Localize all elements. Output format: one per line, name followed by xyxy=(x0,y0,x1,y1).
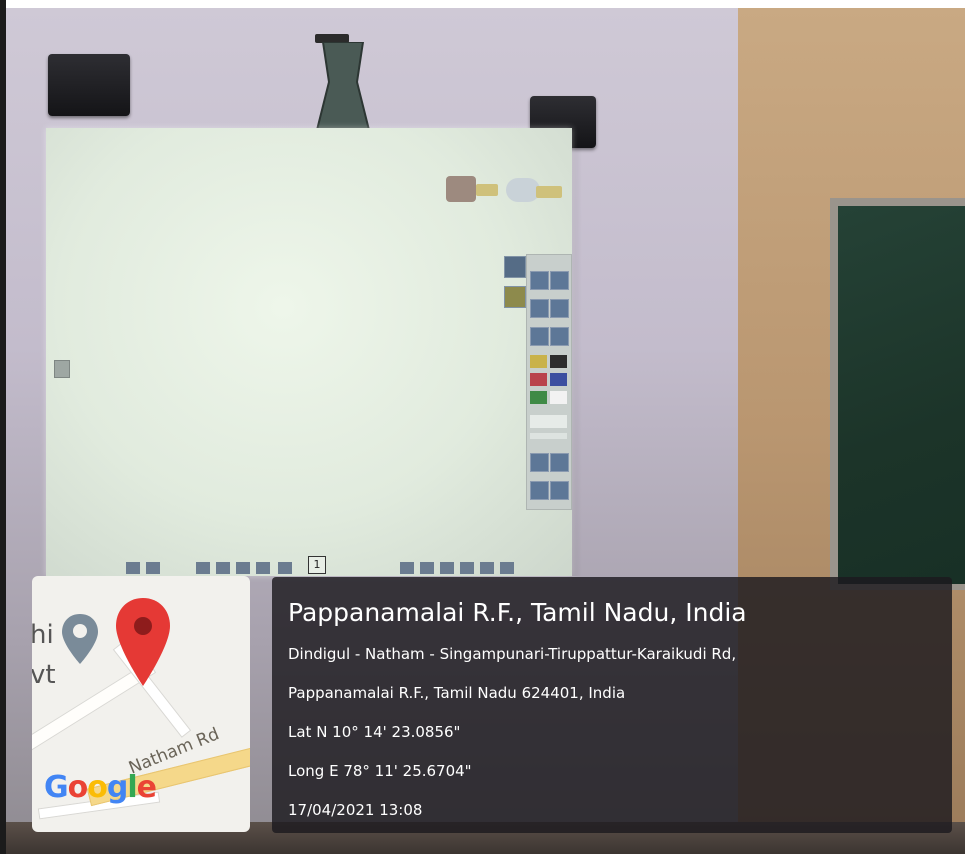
taskbar-icon xyxy=(500,562,514,574)
taskbar-icon xyxy=(256,562,270,574)
cloud-tag xyxy=(536,186,562,198)
photo-scene: 1 hi vt Natham Rd Google Pappanamalai R.… xyxy=(0,0,965,854)
pen-tool-icon xyxy=(530,271,549,290)
address-line-2: Pappanamalai R.F., Tamil Nadu 624401, In… xyxy=(288,684,626,702)
palette-icon xyxy=(504,286,526,308)
screen-edge-shadow xyxy=(572,128,582,576)
color-swatch-green xyxy=(530,391,547,404)
google-logo-letter: G xyxy=(44,770,69,805)
timestamp: 17/04/2021 13:08 xyxy=(288,801,423,819)
color-swatch-red xyxy=(530,373,547,386)
google-logo-letter: o xyxy=(67,770,89,805)
cloud-icon xyxy=(506,178,540,202)
taskbar-icon xyxy=(126,562,140,574)
record-icon xyxy=(504,256,526,278)
red-location-pin-icon xyxy=(116,598,170,686)
taskbar-icon xyxy=(196,562,210,574)
pointer-tool-icon xyxy=(530,299,549,318)
shape-tool-icon xyxy=(550,327,569,346)
map-thumbnail: hi vt Natham Rd Google xyxy=(32,576,250,832)
color-swatch-white xyxy=(550,391,567,404)
chalkboard xyxy=(838,206,965,584)
taskbar-icon xyxy=(440,562,454,574)
map-place-label: hi xyxy=(32,620,54,650)
google-logo-letter: e xyxy=(136,770,157,805)
page-number-box: 1 xyxy=(308,556,326,574)
arrow-tool-icon xyxy=(550,453,569,472)
stroke-width-selector xyxy=(530,415,567,428)
latitude: Lat N 10° 14' 23.0856" xyxy=(288,723,461,741)
library-icon xyxy=(446,176,476,202)
taskbar-icon xyxy=(146,562,160,574)
eraser-tool-icon xyxy=(550,481,569,500)
size-slider xyxy=(530,433,567,439)
longitude: Long E 78° 11' 25.6704" xyxy=(288,762,472,780)
color-swatch-blue xyxy=(550,373,567,386)
left-border xyxy=(0,0,6,854)
google-logo-letter: l xyxy=(127,770,137,805)
taskbar-icon xyxy=(420,562,434,574)
taskbar-icon xyxy=(216,562,230,574)
google-logo-letter: o xyxy=(87,770,108,805)
screen-handle-icon xyxy=(54,360,70,378)
color-swatch-black xyxy=(550,355,567,368)
text-tool-icon xyxy=(530,327,549,346)
google-logo-letter: g xyxy=(106,770,129,805)
taskbar-icon xyxy=(460,562,474,574)
taskbar-icon xyxy=(278,562,292,574)
grey-location-pin-icon xyxy=(62,614,98,664)
screen-tool-icon xyxy=(530,481,549,500)
brush-tool-icon xyxy=(550,271,569,290)
taskbar-icon xyxy=(236,562,250,574)
taskbar-icon xyxy=(480,562,494,574)
top-border xyxy=(0,0,965,8)
taskbar-icon xyxy=(400,562,414,574)
library-tag xyxy=(476,184,498,196)
map-place-label: vt xyxy=(32,660,56,690)
place-title: Pappanamalai R.F., Tamil Nadu, India xyxy=(288,598,747,627)
speaker-left xyxy=(48,54,130,116)
hand-tool-icon xyxy=(550,299,569,318)
google-logo: Google xyxy=(44,770,157,805)
whiteboard-toolbox xyxy=(526,254,572,510)
address-line-1: Dindigul - Natham - Singampunari-Tiruppa… xyxy=(288,645,737,663)
color-swatch-yellow xyxy=(530,355,547,368)
ruler-tool-icon xyxy=(530,453,549,472)
